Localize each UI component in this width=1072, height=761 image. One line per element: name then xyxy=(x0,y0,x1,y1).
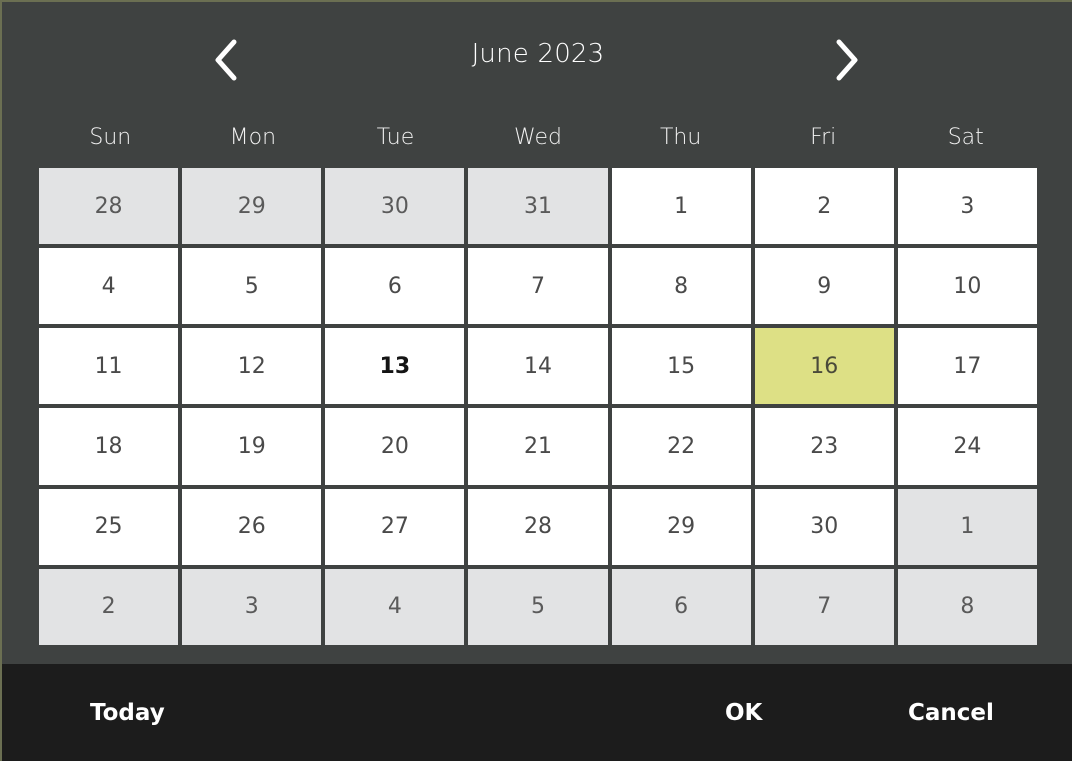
weekday-header-fri: Fri xyxy=(810,124,837,150)
day-cell[interactable]: 1 xyxy=(611,168,751,245)
day-cell[interactable]: 8 xyxy=(611,248,751,325)
day-cell[interactable]: 7 xyxy=(754,568,894,645)
weekday-header-sat: Sat xyxy=(947,124,984,150)
day-cell[interactable]: 24 xyxy=(897,408,1037,485)
date-picker-dialog: June 2023 Sun Mon Tue Wed Thu Fri Sat 28 29 30 31… xyxy=(0,0,1072,761)
chevron-right-icon xyxy=(830,36,864,84)
day-cell[interactable]: 30 xyxy=(325,168,465,245)
day-cell[interactable]: 15 xyxy=(611,328,751,405)
weekday-header-tue: Tue xyxy=(376,124,415,150)
day-cell[interactable]: 14 xyxy=(468,328,608,405)
day-cell[interactable]: 31 xyxy=(468,168,608,245)
next-month-button[interactable] xyxy=(815,28,879,92)
weekday-header-mon: Mon xyxy=(229,124,277,150)
day-cell[interactable]: 4 xyxy=(325,568,465,645)
day-cell[interactable]: 27 xyxy=(325,488,465,565)
day-cell[interactable]: 1 xyxy=(897,488,1037,565)
weekday-header-wed: Wed xyxy=(514,124,562,150)
day-cell[interactable]: 30 xyxy=(754,488,894,565)
day-cell[interactable]: 17 xyxy=(897,328,1037,405)
day-cell[interactable]: 3 xyxy=(182,568,322,645)
cancel-button[interactable]: Cancel xyxy=(908,664,994,761)
weekday-header-row: Sun Mon Tue Wed Thu Fri Sat xyxy=(39,106,1037,168)
day-cell[interactable]: 18 xyxy=(39,408,179,485)
day-cell[interactable]: 29 xyxy=(182,168,322,245)
day-cell[interactable]: 12 xyxy=(182,328,322,405)
day-cell[interactable]: 23 xyxy=(754,408,894,485)
day-cell[interactable]: 28 xyxy=(468,488,608,565)
day-cell[interactable]: 11 xyxy=(39,328,179,405)
day-cell[interactable]: 21 xyxy=(468,408,608,485)
day-cell[interactable]: 10 xyxy=(897,248,1037,325)
calendar-header: June 2023 xyxy=(2,2,1072,106)
weekday-header-thu: Thu xyxy=(659,124,702,150)
day-cell[interactable]: 5 xyxy=(182,248,322,325)
day-cell[interactable]: 7 xyxy=(468,248,608,325)
chevron-left-icon xyxy=(209,36,243,84)
day-cell[interactable]: 13 xyxy=(325,328,465,405)
day-cell[interactable]: 25 xyxy=(39,488,179,565)
day-cell[interactable]: 9 xyxy=(754,248,894,325)
day-cell[interactable]: 5 xyxy=(468,568,608,645)
day-cell[interactable]: 28 xyxy=(39,168,179,245)
month-year-title: June 2023 xyxy=(471,39,605,69)
day-grid: 28 29 30 31 1 2 3 4 5 6 7 8 9 10 11 12 13 14 15 16 17 18 19 20 2… xyxy=(39,168,1037,645)
day-cell[interactable]: 2 xyxy=(39,568,179,645)
day-cell[interactable]: 26 xyxy=(182,488,322,565)
day-cell[interactable]: 6 xyxy=(611,568,751,645)
previous-month-button[interactable] xyxy=(194,28,258,92)
day-cell[interactable]: 20 xyxy=(325,408,465,485)
today-button[interactable]: Today xyxy=(90,664,165,761)
day-cell[interactable]: 3 xyxy=(897,168,1037,245)
day-cell[interactable]: 29 xyxy=(611,488,751,565)
day-cell[interactable]: 2 xyxy=(754,168,894,245)
day-cell[interactable]: 4 xyxy=(39,248,179,325)
day-cell[interactable]: 6 xyxy=(325,248,465,325)
day-cell[interactable]: 16 xyxy=(754,328,894,405)
day-cell[interactable]: 19 xyxy=(182,408,322,485)
dialog-footer: Today OK Cancel xyxy=(2,664,1072,761)
day-cell[interactable]: 22 xyxy=(611,408,751,485)
ok-button[interactable]: OK xyxy=(725,664,762,761)
day-cell[interactable]: 8 xyxy=(897,568,1037,645)
weekday-header-sun: Sun xyxy=(89,124,132,150)
